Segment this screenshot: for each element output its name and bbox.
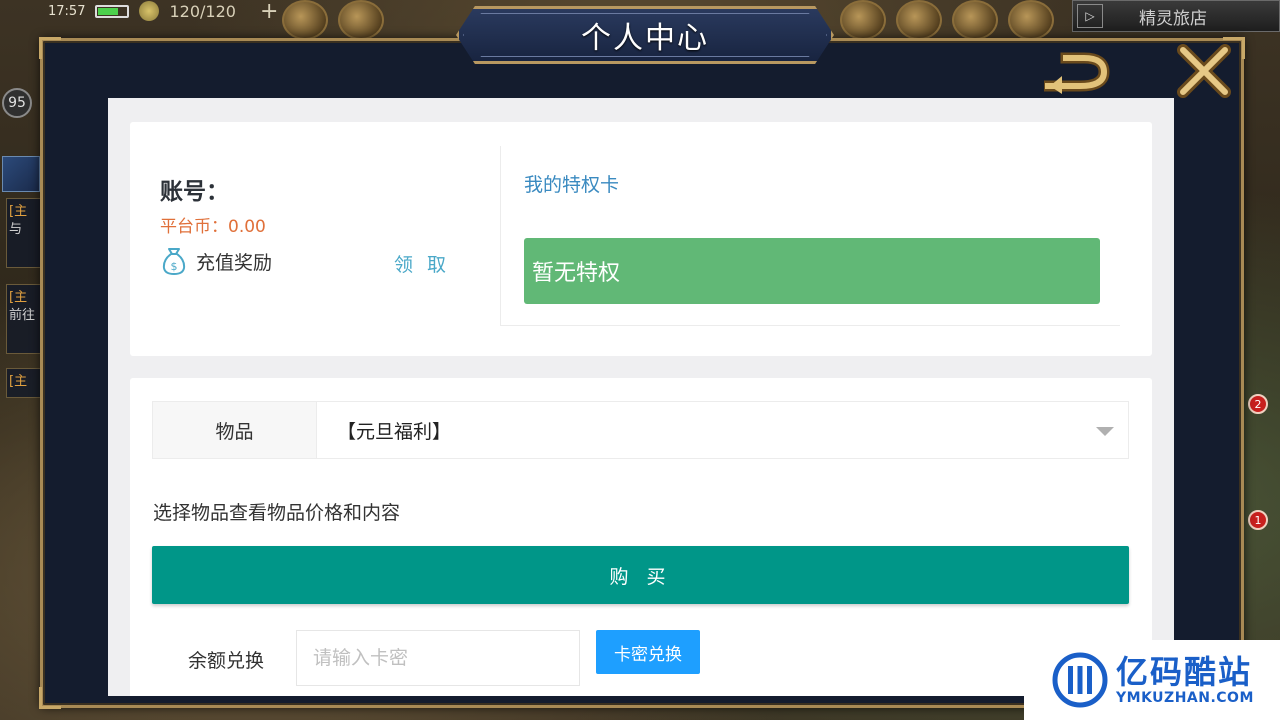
hud-menu-icon[interactable] bbox=[282, 0, 328, 40]
hud-menu-icon[interactable] bbox=[896, 0, 942, 40]
top-icon-bar-right bbox=[840, 0, 1054, 42]
close-icon bbox=[1177, 44, 1231, 98]
item-dropdown[interactable]: 【元旦福利】 bbox=[317, 402, 1128, 458]
quest-tracker-item[interactable]: [主 前往 bbox=[6, 284, 42, 354]
modal-title-plate: 个人中心 bbox=[456, 6, 834, 64]
inn-shop-tab[interactable]: ▷ 精灵旅店 bbox=[1072, 0, 1280, 32]
claim-reward-link[interactable]: 领 取 bbox=[394, 250, 450, 277]
shop-card: 物品 【元旦福利】 选择物品查看物品价格和内容 购 买 余额兑换 卡密兑换 bbox=[130, 378, 1152, 696]
recharge-reward-label: 充值奖励 bbox=[196, 251, 273, 274]
item-hint-text: 选择物品查看物品价格和内容 bbox=[153, 502, 401, 524]
notification-badge: 1 bbox=[1248, 510, 1268, 530]
clock-text: 17:57 bbox=[48, 3, 86, 19]
svg-text:$: $ bbox=[171, 260, 178, 273]
account-card: 账号： 平台币：0.00 $ 充值奖励 领 取 我的特权卡 暂无特权 bbox=[130, 122, 1152, 356]
close-button[interactable] bbox=[1176, 42, 1232, 100]
stamina-value: 120/120 bbox=[169, 1, 236, 21]
item-label: 物品 bbox=[153, 402, 317, 458]
player-level-badge: 95 bbox=[2, 88, 32, 118]
watermark-domain: YMKUZHAN.COM bbox=[1116, 690, 1254, 706]
buy-button[interactable]: 购 买 bbox=[152, 546, 1129, 604]
redeem-card-button[interactable]: 卡密兑换 bbox=[596, 630, 700, 674]
item-select-row: 物品 【元旦福利】 bbox=[152, 401, 1129, 459]
site-logo-icon bbox=[1052, 652, 1108, 708]
hero-portrait[interactable] bbox=[2, 156, 40, 192]
redeem-label: 余额兑换 bbox=[188, 650, 265, 672]
modal-content-panel: 账号： 平台币：0.00 $ 充值奖励 领 取 我的特权卡 暂无特权 物品 【元… bbox=[108, 98, 1174, 696]
modal-title: 个人中心 bbox=[581, 21, 709, 56]
privilege-card-section: 我的特权卡 暂无特权 bbox=[500, 146, 1120, 326]
frame-corner bbox=[39, 37, 61, 59]
selected-item: 【元旦福利】 bbox=[337, 420, 452, 443]
quest-tracker-item[interactable]: [主 bbox=[6, 368, 42, 398]
add-stamina-icon[interactable]: + bbox=[260, 0, 278, 24]
site-watermark: 亿码酷站 YMKUZHAN.COM bbox=[1024, 640, 1280, 720]
card-code-input[interactable] bbox=[296, 630, 580, 686]
hud-menu-icon[interactable] bbox=[338, 0, 384, 40]
platform-coins: 平台币：0.00 bbox=[160, 217, 266, 237]
money-bag-icon: $ bbox=[162, 248, 186, 275]
back-button[interactable] bbox=[1044, 48, 1116, 98]
hud-menu-icon[interactable] bbox=[952, 0, 998, 40]
quest-tracker-item[interactable]: [主 与 bbox=[6, 198, 42, 268]
watermark-name: 亿码酷站 bbox=[1116, 653, 1253, 691]
top-icon-bar bbox=[282, 0, 384, 42]
play-arrow-icon: ▷ bbox=[1077, 4, 1103, 28]
account-label: 账号： bbox=[160, 179, 229, 205]
back-arrow-icon bbox=[1044, 52, 1110, 94]
inn-shop-label: 精灵旅店 bbox=[1139, 8, 1207, 29]
hud-menu-icon[interactable] bbox=[840, 0, 886, 40]
notification-badge: 2 bbox=[1248, 394, 1268, 414]
hud-menu-icon[interactable] bbox=[1008, 0, 1054, 40]
chevron-down-icon bbox=[1096, 427, 1114, 436]
privilege-status: 暂无特权 bbox=[524, 238, 1100, 304]
battery-icon bbox=[95, 4, 130, 18]
stamina-icon bbox=[139, 1, 160, 21]
frame-corner bbox=[39, 687, 61, 709]
privilege-card-title[interactable]: 我的特权卡 bbox=[524, 170, 619, 197]
